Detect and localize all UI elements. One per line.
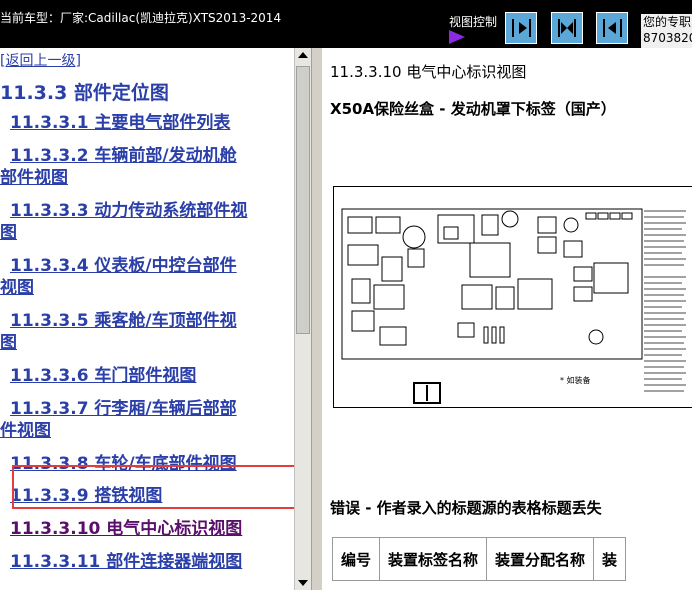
view-control-label: 视图控制 [449, 15, 498, 29]
scroll-down-icon[interactable] [298, 580, 308, 586]
arrow-left-bar-icon [603, 19, 622, 37]
tree-item-label-cont: 件视图 [0, 421, 51, 441]
tree-item-label: 11.3.3.2 车辆前部/发动机舱 [10, 146, 237, 166]
selected-item-highlight [12, 465, 302, 509]
content-subheading: X50A保险丝盒 - 发动机罩下标签（国产） [330, 100, 616, 118]
fuse-box-drawing: * 如装备 [341, 208, 686, 404]
nav-right-button[interactable] [505, 12, 537, 44]
tree-item-11-3-3-11[interactable]: 11.3.3.11 部件连接器端视图 [0, 551, 294, 573]
tree-item-label-cont: 部件视图 [0, 168, 68, 188]
tree-item-11-3-3-1[interactable]: 11.3.3.1 主要电气部件列表 [0, 112, 294, 134]
back-link[interactable]: [返回上一级] [0, 50, 81, 70]
contact-info-line1: 您的专职 [643, 15, 692, 29]
nav-left-button[interactable] [596, 12, 628, 44]
error-message: 错误 - 作者录入的标题源的表格标题丢失 [330, 499, 602, 517]
legend-text-lines [644, 210, 686, 392]
tree-item-label: 11.3.3.3 动力传动系统部件视 [10, 201, 248, 221]
col-label-name: 装置标签名称 [379, 537, 488, 581]
fuse-row [585, 212, 633, 220]
col-assign-name: 装置分配名称 [486, 537, 595, 581]
col-device: 装 [593, 537, 627, 581]
contact-info-line2: 87038205 [643, 31, 692, 45]
tree-item-label: 11.3.3.6 车门部件视图 [10, 366, 197, 386]
arrows-split-icon [558, 19, 576, 37]
tree-item-11-3-3-10[interactable]: 11.3.3.10 电气中心标识视图 [0, 518, 294, 540]
tree-item-label: 11.3.3.10 电气中心标识视图 [10, 519, 243, 539]
top-toolbar: 当前车型：厂家:Cadillac(凯迪拉克)XTS2013-2014 视图控制 … [0, 0, 692, 48]
tree-item-11-3-3-4[interactable]: 11.3.3.4 仪表板/中控台部件 视图 [0, 255, 294, 299]
tree-item-label: 11.3.3.5 乘客舱/车顶部件视 [10, 311, 237, 331]
nav-both-button[interactable] [551, 12, 583, 44]
diagram-note: * 如装备 [560, 375, 591, 385]
content-pane: 11.3.3.10 电气中心标识视图 X50A保险丝盒 - 发动机罩下标签（国产… [322, 48, 692, 590]
tree-item-label: 11.3.3.7 行李厢/车辆后部部 [10, 399, 237, 419]
content-heading: 11.3.3.10 电气中心标识视图 [330, 63, 527, 81]
tree-item-label: 11.3.3.1 主要电气部件列表 [10, 113, 231, 133]
view-control-arrow-icon[interactable] [449, 30, 465, 44]
tree-item-label: 11.3.3.4 仪表板/中控台部件 [10, 256, 237, 276]
tree-item-label: 11.3.3.11 部件连接器端视图 [10, 552, 243, 572]
fuse-table: 编号 装置标签名称 装置分配名称 装 [331, 537, 627, 581]
tree-item-11-3-3-7[interactable]: 11.3.3.7 行李厢/车辆后部部 件视图 [0, 398, 294, 442]
section-title: 11.3.3 部件定位图 [0, 82, 169, 104]
arrow-right-bar-icon [512, 19, 531, 37]
tree-item-11-3-3-6[interactable]: 11.3.3.6 车门部件视图 [0, 365, 294, 387]
pane-splitter[interactable] [311, 48, 322, 590]
left-pane-scrollbar[interactable] [294, 48, 311, 590]
tree-item-label-cont: 图 [0, 333, 17, 353]
tree-item-label-cont: 图 [0, 223, 17, 243]
scroll-thumb[interactable] [296, 66, 310, 334]
tree-item-11-3-3-5[interactable]: 11.3.3.5 乘客舱/车顶部件视 图 [0, 310, 294, 354]
scroll-up-icon[interactable] [298, 52, 308, 58]
fuse-box-diagram[interactable]: * 如装备 [333, 186, 692, 408]
book-icon [413, 382, 441, 404]
current-vehicle-label: 当前车型：厂家:Cadillac(凯迪拉克)XTS2013-2014 [0, 11, 282, 25]
tree-item-11-3-3-2[interactable]: 11.3.3.2 车辆前部/发动机舱 部件视图 [0, 145, 294, 189]
tree-item-label-cont: 视图 [0, 278, 34, 298]
table-header-row: 编号 装置标签名称 装置分配名称 装 [331, 537, 627, 581]
tree-item-11-3-3-3[interactable]: 11.3.3.3 动力传动系统部件视 图 [0, 200, 294, 244]
col-number: 编号 [331, 537, 381, 581]
contact-info-panel: 您的专职 87038205 [641, 14, 692, 48]
